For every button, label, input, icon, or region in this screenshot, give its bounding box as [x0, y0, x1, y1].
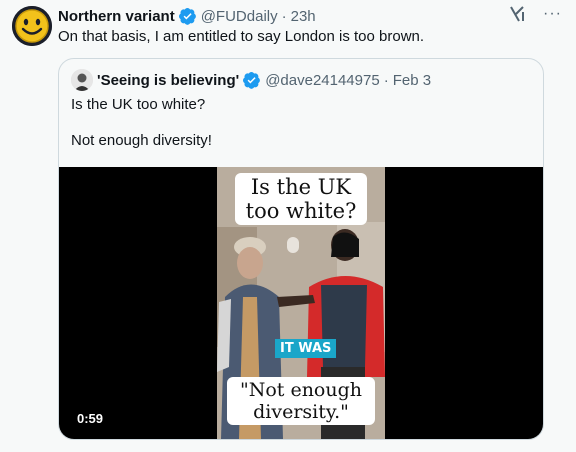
- verified-badge-icon: [178, 7, 197, 25]
- verified-badge-icon: [243, 71, 261, 89]
- tweet[interactable]: Northern variant @FUDdaily · 23h ··· On …: [0, 0, 576, 452]
- avatar[interactable]: [12, 6, 52, 46]
- separator-dot: ·: [281, 7, 287, 25]
- video-frame: Is the UK too white? IT WAS "Not enough …: [217, 167, 385, 439]
- more-icon[interactable]: ···: [543, 4, 562, 24]
- quoted-header: 'Seeing is believing' @dave24144975 · Fe…: [71, 69, 431, 91]
- video-player[interactable]: Is the UK too white? IT WAS "Not enough …: [59, 167, 543, 439]
- video-caption-bottom: "Not enough diversity.": [227, 377, 375, 425]
- quoted-date[interactable]: Feb 3: [393, 72, 431, 89]
- video-overlay-label: IT WAS: [275, 339, 337, 358]
- tweet-time[interactable]: 23h: [291, 8, 316, 25]
- quoted-text-line-1: Is the UK too white?: [71, 96, 206, 113]
- tweet-actions-top: ···: [507, 4, 562, 24]
- video-caption-top: Is the UK too white?: [235, 173, 367, 225]
- quoted-author-name[interactable]: 'Seeing is believing': [97, 72, 239, 89]
- tweet-text: On that basis, I am entitled to say Lond…: [58, 28, 425, 45]
- grok-icon[interactable]: [507, 4, 527, 24]
- tweet-header: Northern variant @FUDdaily · 23h: [58, 6, 316, 26]
- smiley-face-icon: [12, 6, 52, 46]
- author-name[interactable]: Northern variant: [58, 8, 175, 25]
- quoted-text-line-2: Not enough diversity!: [71, 132, 212, 149]
- quoted-tweet[interactable]: 'Seeing is believing' @dave24144975 · Fe…: [58, 58, 544, 440]
- quoted-avatar[interactable]: [71, 69, 93, 91]
- quoted-handle[interactable]: @dave24144975: [265, 72, 380, 89]
- video-timestamp: 0:59: [77, 411, 104, 426]
- separator-dot: ·: [383, 71, 389, 89]
- portrait-avatar-icon: [71, 69, 93, 91]
- author-handle[interactable]: @FUDdaily: [201, 8, 278, 25]
